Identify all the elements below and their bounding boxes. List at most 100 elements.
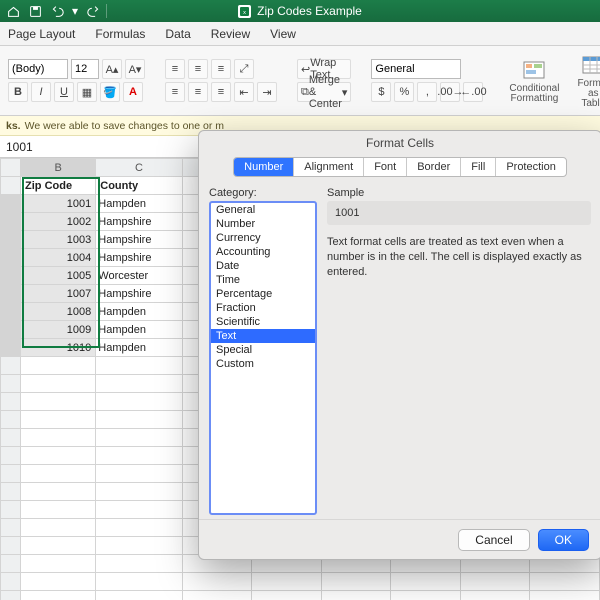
increase-decimal-icon[interactable]: .00→ — [440, 82, 460, 102]
cell-zip[interactable]: 1008 — [21, 303, 96, 321]
category-item-accounting[interactable]: Accounting — [211, 245, 315, 259]
dialog-tab-border[interactable]: Border — [407, 158, 461, 176]
cell-county[interactable]: Hampshire — [96, 249, 182, 267]
dialog-tab-alignment[interactable]: Alignment — [294, 158, 364, 176]
cell[interactable] — [21, 591, 96, 600]
category-item-percentage[interactable]: Percentage — [211, 287, 315, 301]
increase-indent-icon[interactable]: ⇥ — [257, 82, 277, 102]
cell[interactable] — [96, 411, 182, 429]
row-header[interactable] — [1, 375, 21, 393]
cell[interactable] — [96, 537, 182, 555]
row-header[interactable] — [1, 591, 21, 600]
row-header[interactable] — [1, 213, 21, 231]
cancel-button[interactable]: Cancel — [458, 529, 529, 551]
font-size-select[interactable] — [71, 59, 99, 79]
row-header[interactable] — [1, 555, 21, 573]
comma-icon[interactable]: , — [417, 82, 437, 102]
cell[interactable] — [96, 447, 182, 465]
cell[interactable] — [21, 375, 96, 393]
cell-county[interactable]: Hampshire — [96, 231, 182, 249]
tab-view[interactable]: View — [270, 27, 296, 41]
category-item-time[interactable]: Time — [211, 273, 315, 287]
cell-county[interactable]: Hampden — [96, 339, 182, 357]
align-left-icon[interactable]: ≡ — [165, 82, 185, 102]
bold-button[interactable]: B — [8, 82, 28, 102]
category-item-text[interactable]: Text — [211, 329, 315, 343]
underline-button[interactable]: U — [54, 82, 74, 102]
cell-zip[interactable]: 1007 — [21, 285, 96, 303]
row-header[interactable] — [1, 267, 21, 285]
align-center-icon[interactable]: ≡ — [188, 82, 208, 102]
align-bottom-icon[interactable]: ≡ — [211, 59, 231, 79]
row-header[interactable] — [1, 177, 21, 195]
row-header[interactable] — [1, 357, 21, 375]
cell[interactable] — [21, 411, 96, 429]
decrease-font-icon[interactable]: A▾ — [125, 59, 145, 79]
col-header-c[interactable]: C — [96, 159, 182, 177]
row-header[interactable] — [1, 501, 21, 519]
currency-icon[interactable]: $ — [371, 82, 391, 102]
cell[interactable] — [96, 357, 182, 375]
cell[interactable] — [96, 465, 182, 483]
row-header[interactable] — [1, 447, 21, 465]
fill-color-button[interactable]: 🪣 — [100, 82, 120, 102]
cell[interactable] — [96, 501, 182, 519]
percent-icon[interactable]: % — [394, 82, 414, 102]
dialog-tab-protection[interactable]: Protection — [496, 158, 566, 176]
row-header[interactable] — [1, 483, 21, 501]
cell-zip[interactable]: 1001 — [21, 195, 96, 213]
cell[interactable] — [96, 429, 182, 447]
category-item-number[interactable]: Number — [211, 217, 315, 231]
cell[interactable] — [252, 573, 322, 591]
row-header[interactable] — [1, 249, 21, 267]
cell[interactable] — [182, 573, 252, 591]
cell[interactable] — [96, 555, 182, 573]
col-header-b[interactable]: B — [21, 159, 96, 177]
redo-icon[interactable] — [84, 2, 102, 20]
cell[interactable] — [21, 447, 96, 465]
cell-header-zip[interactable]: Zip Code — [21, 177, 96, 195]
cell[interactable] — [21, 429, 96, 447]
row-header[interactable] — [1, 339, 21, 357]
cell[interactable] — [96, 483, 182, 501]
row-header[interactable] — [1, 231, 21, 249]
cell[interactable] — [96, 519, 182, 537]
cell-zip[interactable]: 1005 — [21, 267, 96, 285]
cell[interactable] — [460, 573, 530, 591]
tab-formulas[interactable]: Formulas — [95, 27, 145, 41]
save-icon[interactable] — [26, 2, 44, 20]
dialog-tab-fill[interactable]: Fill — [461, 158, 496, 176]
cell-county[interactable]: Hampden — [96, 195, 182, 213]
cell-county[interactable]: Hampden — [96, 321, 182, 339]
decrease-decimal-icon[interactable]: ←.00 — [463, 82, 483, 102]
category-item-scientific[interactable]: Scientific — [211, 315, 315, 329]
cell[interactable] — [21, 465, 96, 483]
cell-zip[interactable]: 1010 — [21, 339, 96, 357]
row-header[interactable] — [1, 195, 21, 213]
align-right-icon[interactable]: ≡ — [211, 82, 231, 102]
cell[interactable] — [21, 573, 96, 591]
font-color-button[interactable]: A — [123, 82, 143, 102]
category-item-custom[interactable]: Custom — [211, 357, 315, 371]
cell-county[interactable]: Hampden — [96, 303, 182, 321]
category-item-special[interactable]: Special — [211, 343, 315, 357]
tab-review[interactable]: Review — [211, 27, 250, 41]
row-header[interactable] — [1, 411, 21, 429]
cell[interactable] — [21, 483, 96, 501]
increase-font-icon[interactable]: A▴ — [102, 59, 122, 79]
cell-zip[interactable]: 1009 — [21, 321, 96, 339]
dialog-tab-number[interactable]: Number — [234, 158, 294, 176]
tab-page-layout[interactable]: Page Layout — [8, 27, 75, 41]
decrease-indent-icon[interactable]: ⇤ — [234, 82, 254, 102]
cell[interactable] — [21, 537, 96, 555]
cell[interactable] — [391, 591, 461, 600]
cell-header-county[interactable]: County — [96, 177, 182, 195]
cell-county[interactable]: Hampshire — [96, 285, 182, 303]
ok-button[interactable]: OK — [538, 529, 589, 551]
home-icon[interactable] — [4, 2, 22, 20]
row-header[interactable] — [1, 537, 21, 555]
border-button[interactable]: ▦ — [77, 82, 97, 102]
cell[interactable] — [21, 555, 96, 573]
cell[interactable] — [460, 591, 530, 600]
row-header[interactable] — [1, 465, 21, 483]
